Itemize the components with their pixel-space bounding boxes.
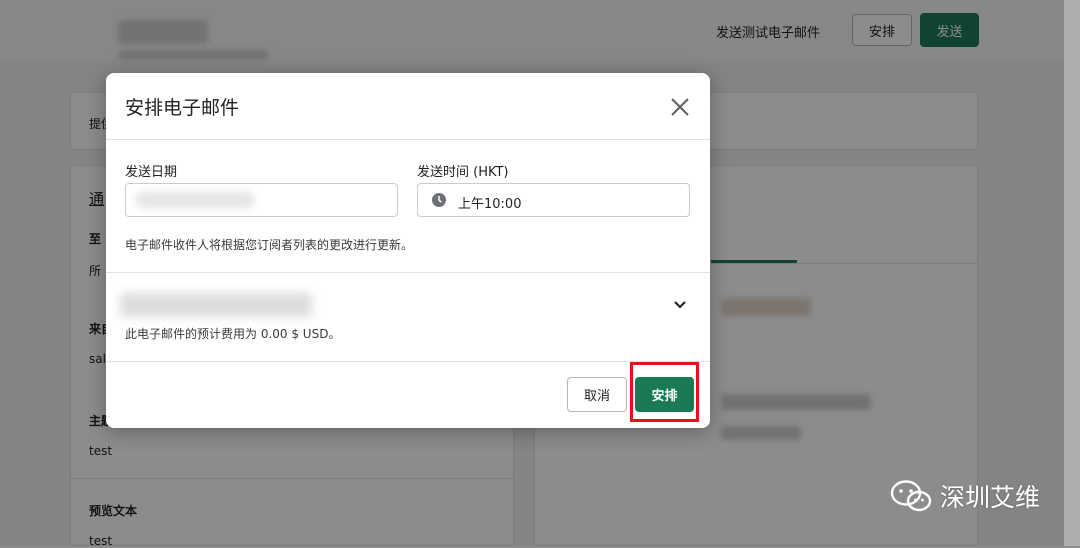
cancel-button[interactable]: 取消 <box>567 377 627 412</box>
watermark: 深圳艾维 <box>890 478 1040 514</box>
estimated-cost-text: 此电子邮件的预计费用为 0.00 $ USD。 <box>125 327 341 341</box>
send-time-label: 发送时间 (HKT) <box>417 165 509 180</box>
send-time-select[interactable]: 上午10:00 <box>417 183 690 217</box>
watermark-text: 深圳艾维 <box>940 483 1041 512</box>
footer-divider <box>106 361 710 362</box>
scrollbar-shade <box>1064 0 1080 546</box>
highlight-annotation <box>630 362 699 422</box>
expand-button[interactable] <box>670 295 690 315</box>
wechat-icon <box>890 480 932 512</box>
date-value-blurred <box>136 192 254 208</box>
summary-blurred <box>120 293 312 317</box>
send-date-label: 发送日期 <box>125 165 178 180</box>
send-date-input[interactable] <box>125 183 398 217</box>
schedule-email-modal: 安排电子邮件 发送日期 发送时间 (HKT) 上午10:00 电子邮件收件人将根… <box>106 73 710 428</box>
clock-icon <box>432 193 446 207</box>
section-divider <box>106 272 710 273</box>
modal-header: 安排电子邮件 <box>106 73 710 140</box>
close-icon <box>671 98 689 116</box>
close-button[interactable] <box>666 93 694 121</box>
send-time-value: 上午10:00 <box>458 197 522 212</box>
recipients-help-text: 电子邮件收件人将根据您订阅者列表的更改进行更新。 <box>125 238 414 252</box>
modal-title: 安排电子邮件 <box>125 97 240 119</box>
chevron-down-icon <box>674 301 686 309</box>
